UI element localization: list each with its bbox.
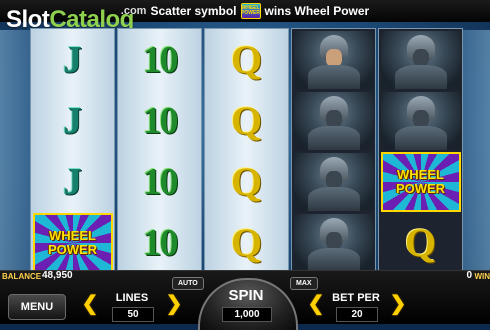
symbol-q: Q: [205, 212, 288, 273]
symbol-10: 10: [118, 90, 201, 151]
message-text-after: wins Wheel Power: [264, 4, 370, 18]
reel-4: [291, 28, 376, 274]
knight-symbol: [292, 212, 375, 273]
symbol-text: 10: [142, 99, 179, 142]
knight-icon: [380, 30, 461, 89]
wheel-line-1: WHEEL: [49, 227, 96, 243]
bet-value: 20: [336, 307, 378, 322]
menu-button[interactable]: MENU: [8, 294, 66, 320]
wheel-power-mini-icon: WHEEL POWER: [240, 3, 261, 19]
lines-increase-arrow-icon[interactable]: ❯: [164, 292, 184, 315]
bet-decrease-arrow-icon[interactable]: ❮: [306, 292, 326, 315]
symbol-q: Q: [205, 151, 288, 212]
symbol-text: Q: [230, 220, 263, 265]
knight-symbol: [292, 90, 375, 151]
warrior-symbol: [292, 29, 375, 90]
balance-value: 48,950: [42, 270, 73, 281]
lines-value: 50: [112, 307, 154, 322]
symbol-text: J: [63, 160, 82, 203]
balance-label: BALANCE: [2, 272, 42, 281]
knight-symbol: [379, 90, 462, 151]
wheel-line-2: POWER: [395, 180, 446, 196]
wheel-power-icon: WHEEL POWER: [32, 212, 113, 273]
symbol-10: 10: [118, 29, 201, 90]
symbol-text: Q: [230, 37, 263, 82]
spin-bet-value: 1,000: [222, 307, 272, 322]
spin-label: SPIN: [228, 287, 264, 304]
reel-5: WHEEL POWER Q: [378, 28, 463, 274]
symbol-text: J: [63, 38, 82, 81]
knight-symbol: [292, 151, 375, 212]
bet-label: BET PER: [332, 292, 380, 304]
message-text-before: Scatter symbol: [150, 4, 237, 18]
win-value: 0: [466, 270, 472, 281]
symbol-j: J: [31, 90, 114, 151]
reel-1: J J J WHEEL POWER: [30, 28, 115, 274]
knight-icon: [293, 91, 374, 150]
lines-label: LINES: [115, 292, 149, 304]
knight-icon: [380, 91, 461, 150]
lines-decrease-arrow-icon[interactable]: ❮: [80, 292, 100, 315]
max-button[interactable]: MAX: [290, 277, 318, 290]
wheel-line-1: WHEEL: [397, 166, 444, 182]
symbol-text: 10: [142, 38, 179, 81]
symbol-10: 10: [118, 212, 201, 273]
wheel-line-2: POWER: [47, 241, 98, 257]
reel-2: 10 10 10 10: [117, 28, 202, 274]
symbol-text: Q: [230, 159, 263, 204]
reel-3: QQQQ: [204, 28, 289, 274]
knight-symbol: [379, 29, 462, 90]
symbol-10: 10: [118, 151, 201, 212]
wheel-power-icon: WHEEL POWER: [380, 151, 461, 212]
symbol-q: Q: [205, 90, 288, 151]
symbol-text: 10: [142, 221, 179, 264]
knight-icon: [293, 152, 374, 211]
warrior-icon: [293, 30, 374, 89]
symbol-text: Q: [230, 98, 263, 143]
knight-icon: [293, 213, 374, 272]
symbol-text: J: [63, 99, 82, 142]
symbol-j: J: [31, 151, 114, 212]
symbol-q: Q: [205, 29, 288, 90]
symbol-q: Q: [379, 212, 462, 273]
wheel-power-symbol: WHEEL POWER: [31, 212, 114, 273]
symbol-text: 10: [142, 160, 179, 203]
bet-increase-arrow-icon[interactable]: ❯: [388, 292, 408, 315]
reel-grid: J J J WHEEL POWER 10 10 10 10 Q Q Q Q WHEEL POWER Q: [30, 28, 463, 274]
wheel-power-symbol: WHEEL POWER: [379, 151, 462, 212]
symbol-text: Q: [404, 220, 437, 265]
win-label: WIN: [474, 272, 490, 281]
symbol-j: J: [31, 29, 114, 90]
